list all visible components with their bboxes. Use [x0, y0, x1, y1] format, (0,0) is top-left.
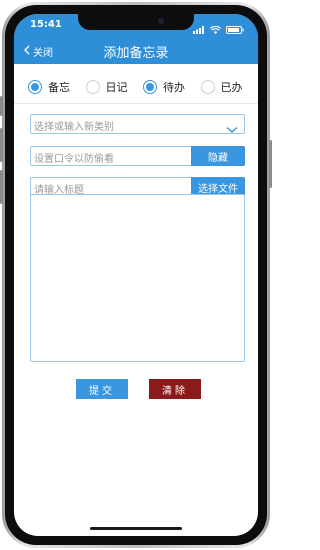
- status-time: 15:41: [30, 19, 62, 30]
- power-button: [269, 140, 272, 188]
- radio-label: 备忘: [48, 81, 70, 94]
- radio-label: 日记: [105, 81, 128, 94]
- phone-bezel: 15:41 关闭 添加备忘录 备忘 日记 待办 已办 选择或输入新类别 设置口令…: [5, 5, 267, 545]
- radio-unselected-icon: [85, 80, 100, 94]
- header-bar: 15:41 关闭 添加备忘录: [14, 14, 258, 64]
- radio-done[interactable]: 已办: [200, 79, 253, 95]
- navigation-bar: 关闭 添加备忘录: [14, 40, 258, 62]
- password-input[interactable]: 设置口令以防偷看 隐藏: [30, 146, 245, 166]
- notch: [78, 14, 194, 30]
- submit-button[interactable]: 提交: [76, 379, 128, 399]
- clear-button[interactable]: 清除: [149, 379, 201, 399]
- radio-label: 已办: [220, 81, 243, 94]
- home-indicator[interactable]: [90, 527, 182, 530]
- camera-icon: [158, 18, 164, 24]
- radio-todo[interactable]: 待办: [143, 79, 195, 95]
- password-placeholder: 设置口令以防偷看: [34, 154, 114, 165]
- volume-down-button: [0, 170, 3, 204]
- volume-up-button: [0, 128, 3, 162]
- radio-selected-icon: [143, 80, 157, 94]
- wifi-icon: [209, 19, 222, 38]
- app-screen: 15:41 关闭 添加备忘录 备忘 日记 待办 已办 选择或输入新类别 设置口令…: [14, 14, 258, 536]
- radio-selected-icon: [28, 80, 42, 94]
- content-textarea[interactable]: [30, 194, 245, 362]
- phone-frame: 15:41 关闭 添加备忘录 备忘 日记 待办 已办 选择或输入新类别 设置口令…: [2, 2, 270, 548]
- chevron-down-icon[interactable]: [226, 119, 238, 138]
- hide-button[interactable]: 隐藏: [191, 146, 245, 166]
- radio-memo[interactable]: 备忘: [28, 79, 80, 95]
- page-title: 添加备忘录: [103, 46, 169, 61]
- radio-unselected-icon: [200, 80, 215, 94]
- category-select[interactable]: 选择或输入新类别: [30, 114, 245, 134]
- divider: [14, 103, 258, 104]
- category-placeholder: 选择或输入新类别: [34, 122, 114, 133]
- battery-icon: [226, 19, 244, 38]
- radio-diary[interactable]: 日记: [85, 79, 138, 95]
- status-icons: [193, 19, 244, 38]
- signal-bars-icon: [193, 19, 205, 38]
- radio-label: 待办: [163, 81, 185, 94]
- mute-switch: [0, 96, 3, 116]
- type-radio-group: 备忘 日记 待办 已办: [14, 74, 258, 100]
